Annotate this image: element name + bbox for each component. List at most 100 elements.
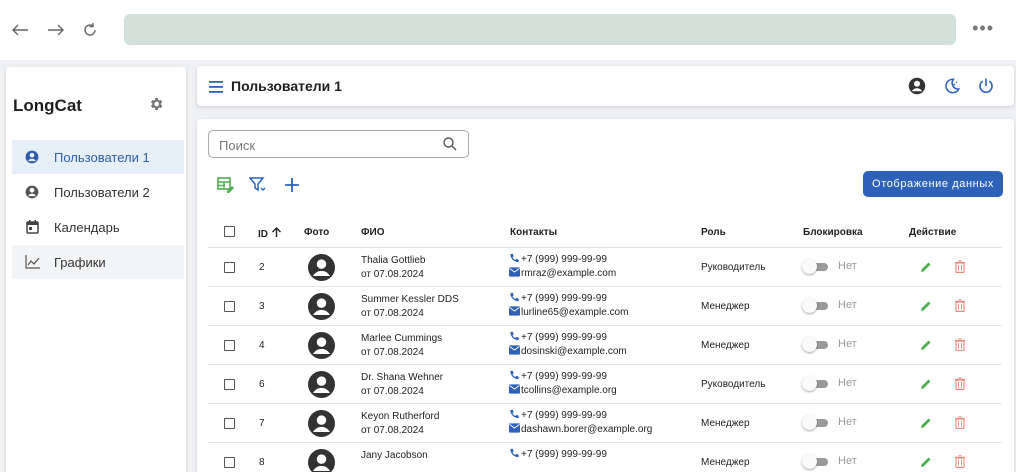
block-toggle[interactable] xyxy=(802,298,830,313)
table-row: 4 Marlee Cummings от 07.08.2024 +7 (999)… xyxy=(208,325,1002,364)
back-arrow-icon[interactable] xyxy=(8,18,32,42)
avatar-icon xyxy=(308,293,335,320)
power-icon[interactable] xyxy=(977,77,995,95)
page-title: Пользователи 1 xyxy=(231,78,342,94)
row-block-status: Нет xyxy=(838,455,857,467)
toggle-knob xyxy=(802,259,817,274)
edit-pencil-icon[interactable] xyxy=(920,456,932,468)
row-date-text: от 07.08.2024 xyxy=(361,308,424,319)
filter-icon[interactable] xyxy=(248,176,267,194)
theme-moon-icon[interactable] xyxy=(943,77,961,95)
account-icon[interactable] xyxy=(908,77,926,95)
toggle-knob xyxy=(802,337,817,352)
delete-trash-icon[interactable] xyxy=(954,338,966,351)
row-checkbox[interactable] xyxy=(224,457,235,468)
row-phone[interactable]: +7 (999) 999-99-99 xyxy=(509,409,652,423)
row-email[interactable]: dosinski@example.com xyxy=(509,345,627,359)
row-role: Менеджер xyxy=(701,301,750,312)
gear-icon[interactable] xyxy=(148,96,164,112)
address-bar[interactable] xyxy=(124,14,956,45)
sidebar-item-users-2[interactable]: Пользователи 2 xyxy=(12,175,184,209)
row-email[interactable]: lurline65@example.com xyxy=(509,306,628,320)
edit-pencil-icon[interactable] xyxy=(920,300,932,312)
edit-pencil-icon[interactable] xyxy=(920,417,932,429)
search-icon[interactable] xyxy=(443,137,458,152)
row-name-text: Thalia Gottlieb xyxy=(361,255,426,266)
row-checkbox[interactable] xyxy=(224,262,235,273)
delete-trash-icon[interactable] xyxy=(954,299,966,312)
row-id: 2 xyxy=(259,262,265,273)
delete-trash-icon[interactable] xyxy=(954,455,966,468)
column-header-block: Блокировка xyxy=(803,227,863,238)
toggle-knob xyxy=(802,376,817,391)
select-all-checkbox[interactable] xyxy=(224,226,235,237)
reload-icon[interactable] xyxy=(78,18,102,42)
row-phone[interactable]: +7 (999) 999-99-99 xyxy=(509,331,627,345)
column-header-photo: Фото xyxy=(304,227,330,238)
delete-trash-icon[interactable] xyxy=(954,416,966,429)
row-phone[interactable]: +7 (999) 999-99-99 xyxy=(509,370,617,384)
delete-trash-icon[interactable] xyxy=(954,377,966,390)
avatar-icon xyxy=(308,332,335,359)
sort-arrow-up-icon[interactable] xyxy=(271,227,282,238)
forward-arrow-icon[interactable] xyxy=(44,18,68,42)
row-block-status: Нет xyxy=(838,416,857,428)
edit-pencil-icon[interactable] xyxy=(920,378,932,390)
hamburger-menu-icon[interactable] xyxy=(209,80,223,93)
phone-icon xyxy=(510,370,519,380)
avatar-icon xyxy=(308,254,335,281)
sidebar-item-users-1[interactable]: Пользователи 1 xyxy=(12,140,184,174)
sidebar-item-label: Графики xyxy=(54,254,106,270)
block-toggle[interactable] xyxy=(802,337,830,352)
sidebar-item-calendar[interactable]: Календарь xyxy=(12,210,184,244)
user-circle-icon xyxy=(24,149,40,165)
row-id: 4 xyxy=(259,340,265,351)
row-date-text: от 07.08.2024 xyxy=(361,347,424,358)
row-block-status: Нет xyxy=(838,338,857,350)
table-row: 3 Summer Kessler DDS от 07.08.2024 +7 (9… xyxy=(208,286,1002,325)
search-input[interactable] xyxy=(219,136,439,154)
row-date-text: от 07.08.2024 xyxy=(361,386,424,397)
row-checkbox[interactable] xyxy=(224,340,235,351)
block-toggle[interactable] xyxy=(802,259,830,274)
row-checkbox[interactable] xyxy=(224,418,235,429)
mail-icon xyxy=(509,267,520,277)
column-header-id[interactable]: ID xyxy=(258,227,282,240)
phone-icon xyxy=(510,253,519,263)
search-field xyxy=(208,130,469,158)
block-toggle[interactable] xyxy=(802,454,830,469)
edit-pencil-icon[interactable] xyxy=(920,339,932,351)
row-phone[interactable]: +7 (999) 999-99-99 xyxy=(509,448,607,462)
row-checkbox[interactable] xyxy=(224,379,235,390)
row-contacts: +7 (999) 999-99-99 dosinski@example.com xyxy=(509,331,627,359)
row-email[interactable]: dashawn.borer@example.org xyxy=(509,423,652,437)
row-phone[interactable]: +7 (999) 999-99-99 xyxy=(509,292,628,306)
row-role: Менеджер xyxy=(701,418,750,429)
row-checkbox[interactable] xyxy=(224,301,235,312)
toggle-knob xyxy=(802,454,817,469)
add-icon[interactable] xyxy=(283,176,301,194)
column-header-action: Действие xyxy=(909,227,957,238)
row-name-text: Dr. Shana Wehner xyxy=(361,372,444,383)
block-toggle[interactable] xyxy=(802,415,830,430)
delete-trash-icon[interactable] xyxy=(954,260,966,273)
block-toggle[interactable] xyxy=(802,376,830,391)
row-phone[interactable]: +7 (999) 999-99-99 xyxy=(509,253,616,267)
display-data-button[interactable]: Отображение данных xyxy=(863,171,1003,197)
sidebar-item-charts[interactable]: Графики xyxy=(12,245,184,279)
row-role: Руководитель xyxy=(701,379,766,390)
edit-pencil-icon[interactable] xyxy=(920,261,932,273)
table-edit-icon[interactable] xyxy=(217,176,235,194)
sidebar-item-label: Календарь xyxy=(54,219,120,235)
more-options-icon[interactable]: ••• xyxy=(972,18,994,39)
row-email[interactable]: rmraz@example.com xyxy=(509,267,616,281)
row-id: 7 xyxy=(259,418,265,429)
table-row: 6 Dr. Shana Wehner от 07.08.2024 +7 (999… xyxy=(208,364,1002,403)
app-logo: LongCat xyxy=(13,96,82,115)
row-fullname: Jany Jacobson xyxy=(361,449,428,463)
row-contacts: +7 (999) 999-99-99 xyxy=(509,448,607,462)
mail-icon xyxy=(509,384,520,394)
row-email[interactable]: tcollins@example.org xyxy=(509,384,617,398)
row-role: Менеджер xyxy=(701,340,750,351)
row-date-text: от 07.08.2024 xyxy=(361,425,424,436)
